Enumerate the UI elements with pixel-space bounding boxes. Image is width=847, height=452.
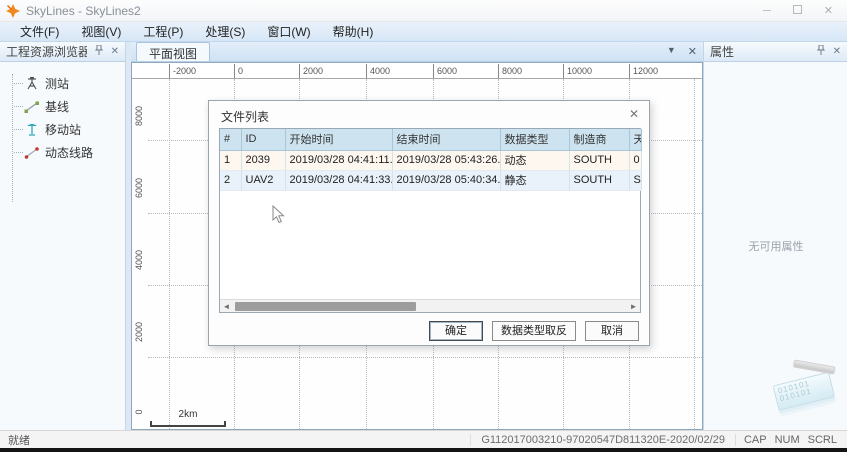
window-title: SkyLines - SkyLines2 [26,4,763,18]
ruler-tick: 6000 [134,173,144,203]
tab-list-dropdown-icon[interactable]: ▼ [667,45,676,58]
file-table: # ID 开始时间 结束时间 数据类型 制造商 天 1 2039 2019/03… [220,129,642,191]
watermark-pen-icon [793,359,836,374]
close-icon[interactable]: ✕ [833,47,841,57]
menu-process[interactable]: 处理(S) [195,21,255,42]
application-window: SkyLines - SkyLines2 ─ ✕ 文件(F) 视图(V) 工程(… [0,0,847,452]
col-index[interactable]: # [220,129,241,150]
license-serial-text: G112017003210-97020547D811320E-2020/02/2… [470,434,735,446]
mouse-cursor [272,205,285,224]
ruler-tick: 2000 [134,317,144,347]
tab-close-icon[interactable]: ✕ [688,45,697,58]
ruler-tick: 6000 [433,64,457,78]
gridline [148,357,702,358]
rover-station-icon [24,122,40,137]
caps-lock-indicator: CAP [744,434,767,446]
dynamic-route-icon [24,145,40,160]
scale-label: 2km [179,409,198,420]
no-properties-text: 无可用属性 [704,238,847,254]
col-type[interactable]: 数据类型 [500,129,569,150]
tree-item-baseline[interactable]: 基线 [14,95,125,118]
tab-plan-view[interactable]: 平面视图 [136,42,210,61]
col-antenna[interactable]: 天 [629,129,641,150]
tree-item-label: 测站 [45,75,69,92]
ok-button[interactable]: 确定 [429,321,483,341]
properties-title: 属性 [710,43,809,60]
ruler-tick: 4000 [366,64,390,78]
scroll-lock-indicator: SCRL [808,434,837,446]
tree-item-label: 基线 [45,98,69,115]
col-start[interactable]: 开始时间 [285,129,392,150]
tripod-station-icon [24,76,40,91]
maximize-button[interactable] [793,4,802,18]
menu-file[interactable]: 文件(F) [10,21,69,42]
scroll-right-icon[interactable]: ► [627,300,640,313]
close-icon[interactable]: ✕ [111,47,119,57]
menu-project[interactable]: 工程(P) [133,21,193,42]
horizontal-ruler: -2000 0 2000 4000 6000 8000 10000 12000 [132,63,703,79]
menu-bar: 文件(F) 视图(V) 工程(P) 处理(S) 窗口(W) 帮助(H) [0,22,847,42]
menu-window[interactable]: 窗口(W) [257,21,320,42]
ruler-tick: 0 [234,64,243,78]
ruler-tick: 0 [134,397,144,427]
tree-item-label: 移动站 [45,121,81,138]
properties-header: 属性 ✕ [704,42,847,62]
num-lock-indicator: NUM [775,434,800,446]
horizontal-scrollbar[interactable]: ◄ ► [220,299,640,312]
pin-icon[interactable] [95,45,103,58]
table-header-row: # ID 开始时间 结束时间 数据类型 制造商 天 [220,129,641,150]
baseline-icon [24,99,40,114]
close-button[interactable]: ✕ [824,4,833,18]
maximize-icon [793,5,802,14]
gridline [169,79,170,429]
keyboard-toggles: CAP NUM SCRL [735,434,847,446]
watermark-logo: 010101010101 [764,360,845,424]
gridline [694,79,695,429]
ruler-tick: 8000 [134,101,144,131]
col-id[interactable]: ID [241,129,285,150]
ruler-tick: 12000 [629,64,658,78]
status-bar: 就绪 G112017003210-97020547D811320E-2020/0… [0,430,847,448]
cancel-button[interactable]: 取消 [585,321,639,341]
minimize-button[interactable]: ─ [763,4,771,18]
project-explorer-header: 工程资源浏览器 ✕ [0,42,125,62]
scale-bar: 2km [150,409,226,427]
status-ready-text: 就绪 [0,432,470,448]
table-row[interactable]: 1 2039 2019/03/28 04:41:11.000 2019/03/2… [220,150,641,170]
tree-item-dynamic-route[interactable]: 动态线路 [14,141,125,164]
scrollbar-thumb[interactable] [235,302,416,311]
menu-view[interactable]: 视图(V) [71,21,131,42]
project-explorer-panel: 工程资源浏览器 ✕ 测站 [0,42,126,430]
project-explorer-title: 工程资源浏览器 [6,43,87,60]
scroll-left-icon[interactable]: ◄ [220,300,233,313]
tree-item-station[interactable]: 测站 [14,72,125,95]
properties-panel: 属性 ✕ 无可用属性 010101010101 [703,42,847,430]
ruler-tick: 8000 [498,64,522,78]
col-end[interactable]: 结束时间 [392,129,500,150]
ruler-tick: -2000 [169,64,196,78]
invert-data-type-button[interactable]: 数据类型取反 [492,321,576,341]
tree-item-rover[interactable]: 移动站 [14,118,125,141]
tree-item-label: 动态线路 [45,144,93,161]
table-row[interactable]: 2 UAV2 2019/03/28 04:41:33.200 2019/03/2… [220,170,641,190]
scale-bar-line [150,421,226,427]
pin-icon[interactable] [817,45,825,58]
dialog-close-icon[interactable]: ✕ [629,107,639,121]
dialog-title: 文件列表 [221,108,269,125]
ruler-tick: 10000 [563,64,592,78]
tree-connector [12,74,13,202]
menu-help[interactable]: 帮助(H) [323,21,384,42]
resource-tree: 测站 基线 移动站 [0,62,125,164]
ruler-tick: 4000 [134,245,144,275]
ruler-tick: 2000 [299,64,323,78]
tab-strip: 平面视图 ▼ ✕ [131,42,703,62]
col-vendor[interactable]: 制造商 [569,129,629,150]
bottom-edge-bar [0,448,847,452]
app-logo-icon [6,4,20,18]
scrollbar-track[interactable] [233,300,627,313]
title-bar: SkyLines - SkyLines2 ─ ✕ [0,0,847,22]
